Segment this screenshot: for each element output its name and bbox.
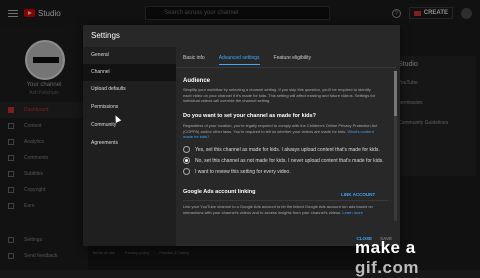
tab-divider bbox=[176, 67, 396, 68]
dialog-title: Settings bbox=[91, 31, 120, 40]
option-not-made-for-kids[interactable]: No, set this channel as not made for kid… bbox=[183, 157, 384, 164]
radio-button[interactable] bbox=[183, 168, 190, 175]
watermark-main: make a bbox=[355, 238, 416, 257]
settings-nav: General Channel Upload defaults Permissi… bbox=[83, 47, 176, 246]
nav-item-community[interactable]: Community bbox=[83, 117, 176, 134]
tab-advanced-settings[interactable]: Advanced settings bbox=[218, 55, 260, 65]
audience-heading: Audience bbox=[183, 78, 211, 84]
nav-item-agreements[interactable]: Agreements bbox=[83, 135, 176, 152]
option-label: I want to review this setting for every … bbox=[195, 168, 291, 175]
nav-item-permissions[interactable]: Permissions bbox=[83, 99, 176, 116]
ads-linking-heading: Google Ads account linking bbox=[183, 189, 256, 195]
nav-item-general[interactable]: General bbox=[83, 47, 176, 64]
made-for-kids-question: Do you want to set your channel as made … bbox=[183, 113, 316, 119]
ads-description: Link your YouTube channel to a Google Ad… bbox=[183, 204, 378, 215]
scrollbar-thumb[interactable] bbox=[394, 71, 397, 116]
radio-button[interactable] bbox=[183, 146, 190, 153]
ads-divider bbox=[183, 200, 388, 201]
tab-feature-eligibility[interactable]: Feature eligibility bbox=[274, 55, 312, 65]
tab-basic-info[interactable]: Basic info bbox=[183, 55, 205, 65]
settings-dialog: Settings General Channel Upload defaults… bbox=[83, 25, 400, 246]
option-label: No, set this channel as not made for kid… bbox=[195, 157, 384, 164]
option-made-for-kids[interactable]: Yes, set this channel as made for kids. … bbox=[183, 146, 380, 153]
nav-item-upload-defaults[interactable]: Upload defaults bbox=[83, 81, 176, 98]
option-label: Yes, set this channel as made for kids. … bbox=[195, 146, 380, 153]
option-review-every-video[interactable]: I want to review this setting for every … bbox=[183, 168, 291, 175]
nav-item-channel[interactable]: Channel bbox=[83, 64, 176, 81]
coppa-description: Regardless of your location, you're lega… bbox=[183, 123, 378, 140]
learn-more-link[interactable]: Learn more bbox=[342, 210, 362, 215]
settings-tabs: Basic info Advanced settings Feature eli… bbox=[183, 55, 311, 65]
radio-button-selected[interactable] bbox=[183, 157, 190, 164]
watermark-suffix: gif.com bbox=[355, 258, 419, 277]
link-account-button[interactable]: LINK ACCOUNT bbox=[341, 192, 375, 197]
watermark: make a gif.com bbox=[355, 238, 480, 278]
audience-description: Simplify your workflow by selecting a ch… bbox=[183, 87, 376, 103]
